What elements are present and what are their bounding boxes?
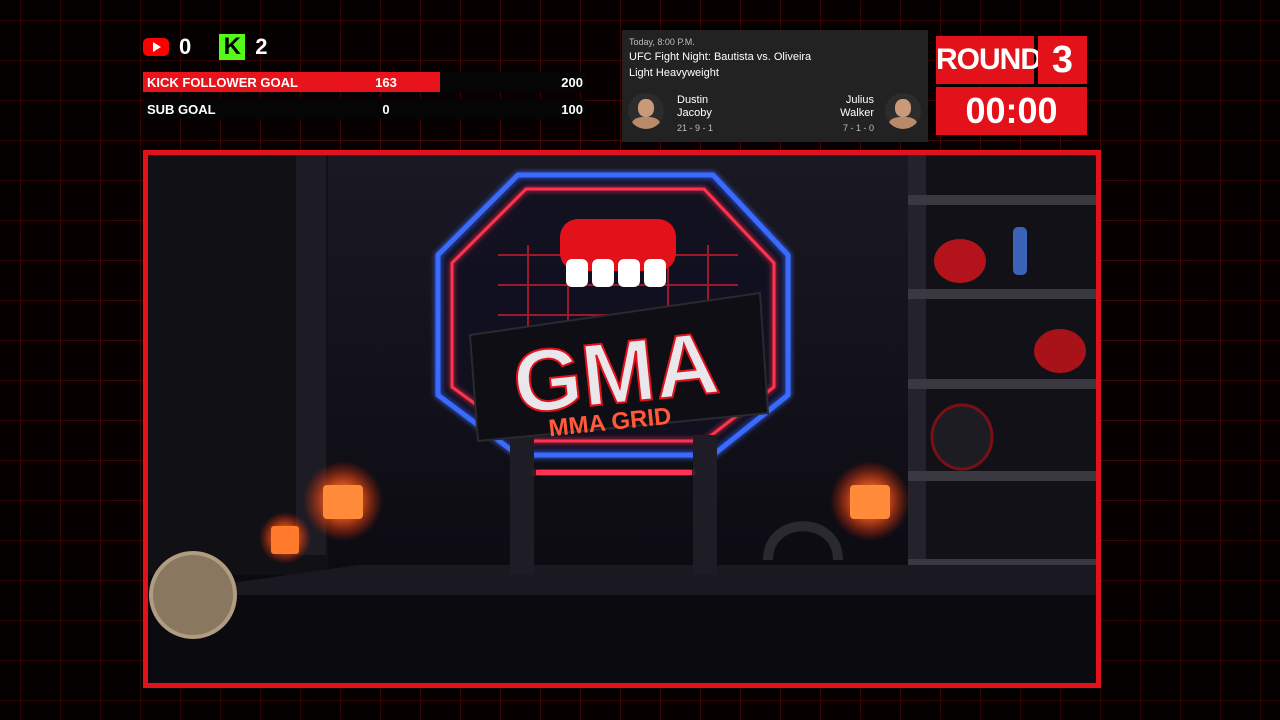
stand-post bbox=[693, 435, 717, 575]
round-label: ROUND bbox=[936, 36, 1042, 84]
fighter2-last: Walker bbox=[840, 107, 874, 119]
shelf-post bbox=[908, 155, 926, 585]
fighter1-avatar bbox=[628, 93, 664, 129]
sub-goal: SUB GOAL 0 100 bbox=[143, 99, 585, 119]
fist-icon bbox=[560, 219, 676, 287]
round-box: ROUND 3 00:00 bbox=[936, 36, 1087, 135]
scene-illustration: GMA MMA GRID bbox=[148, 155, 1096, 683]
action-figure bbox=[1013, 227, 1027, 275]
lamp bbox=[323, 485, 363, 519]
goal-current: 163 bbox=[375, 75, 397, 90]
kick-follower-goal: KICK FOLLOWER GOAL 163 200 bbox=[143, 72, 585, 92]
weight-class: Light Heavyweight bbox=[629, 67, 719, 79]
fighter1-name: Dustin Jacoby bbox=[677, 94, 712, 120]
boxing-glove bbox=[934, 239, 986, 283]
fight-title: UFC Fight Night: Bautista vs. Oliveira bbox=[629, 51, 812, 63]
youtube-icon bbox=[143, 38, 169, 56]
goal-label: KICK FOLLOWER GOAL bbox=[147, 75, 298, 90]
stand-post bbox=[510, 435, 534, 575]
fighter1-last: Jacoby bbox=[677, 107, 712, 119]
kick-glyph: K bbox=[223, 33, 241, 60]
youtube-count: 0 bbox=[179, 34, 192, 59]
championship-belt bbox=[149, 551, 237, 639]
shelf-board bbox=[908, 289, 1096, 299]
stream-scene-frame: GMA MMA GRID bbox=[143, 150, 1101, 688]
goal-target: 100 bbox=[561, 102, 583, 117]
lamp bbox=[271, 526, 299, 554]
kick-count: 2 bbox=[255, 34, 268, 59]
goal-target: 200 bbox=[561, 75, 583, 90]
lamp bbox=[850, 485, 890, 519]
headgear bbox=[930, 403, 994, 471]
fighter2-record: 7 - 1 - 0 bbox=[842, 123, 874, 133]
neon-bar bbox=[536, 470, 692, 475]
boxing-glove bbox=[1034, 329, 1086, 373]
fight-time: Today, 8:00 P.M. bbox=[629, 37, 695, 47]
shelf-board bbox=[908, 379, 1096, 389]
fighter1-record: 21 - 9 - 1 bbox=[677, 123, 714, 133]
round-number: 3 bbox=[1038, 36, 1087, 84]
fight-card: Today, 8:00 P.M. UFC Fight Night: Bautis… bbox=[622, 30, 928, 142]
fighter2-name: Julius Walker bbox=[840, 94, 874, 120]
goal-current: 0 bbox=[382, 102, 390, 117]
fighter1-first: Dustin bbox=[677, 94, 709, 106]
goal-label: SUB GOAL bbox=[147, 102, 216, 117]
kick-icon: K bbox=[219, 33, 246, 60]
fighter2-avatar bbox=[885, 93, 921, 129]
shelf-board bbox=[908, 195, 1096, 205]
fighter2-first: Julius bbox=[845, 94, 874, 106]
shelf-board bbox=[908, 471, 1096, 481]
social-counters: 0 K 2 bbox=[143, 34, 268, 60]
round-clock: 00:00 bbox=[936, 87, 1087, 135]
